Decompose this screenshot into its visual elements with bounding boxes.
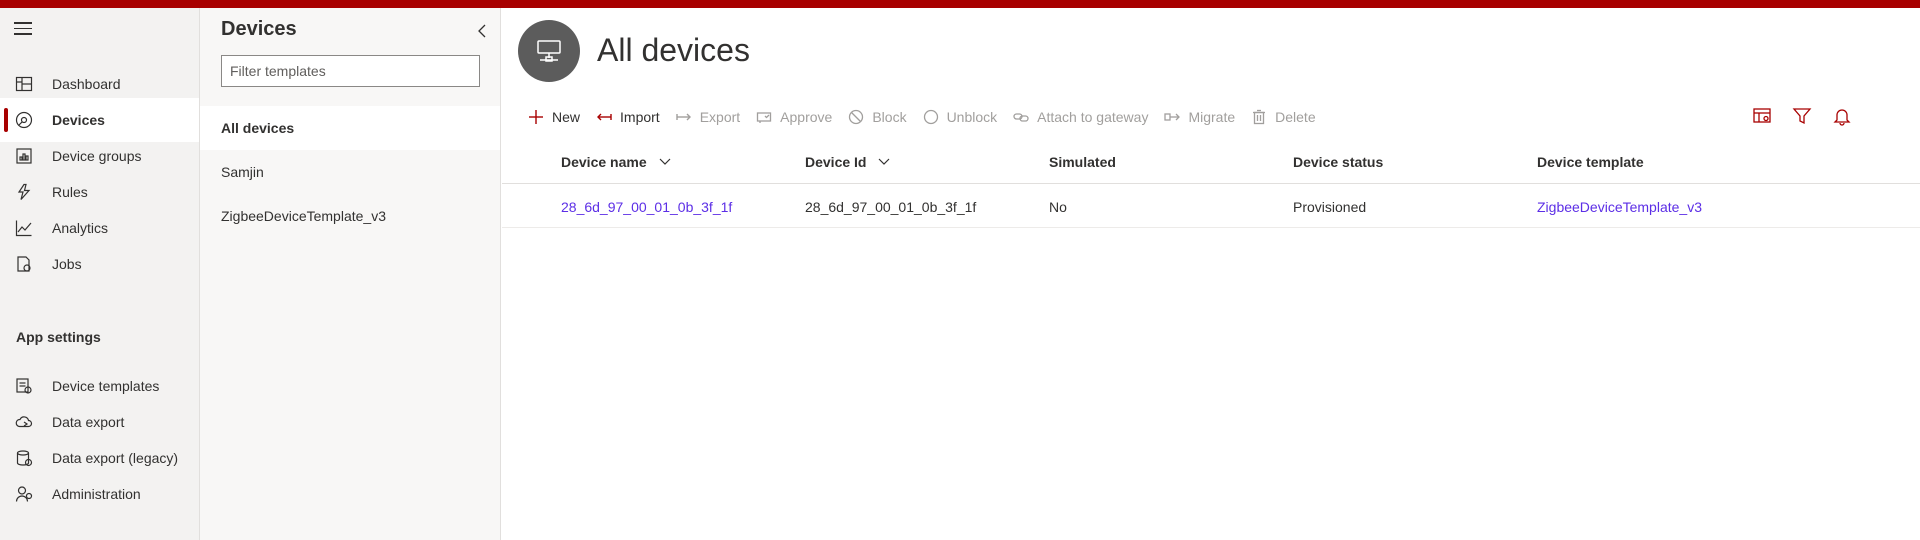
nav-item-label: Administration [52,486,141,502]
filter-templates-input[interactable] [221,55,480,87]
new-button[interactable]: New [528,109,580,125]
chevron-down-icon [659,158,671,165]
devices-avatar [518,20,580,82]
export-icon [676,113,691,121]
nav-item-label: Analytics [52,220,109,236]
device-status-cell: Provisioned [1293,198,1367,215]
template-item-zigbee[interactable]: ZigbeeDeviceTemplate_v3 [200,194,500,238]
block-icon [849,109,864,125]
nav-item-label: Device groups [52,148,142,164]
trash-icon [1253,109,1266,125]
nav-item-label: Rules [52,184,88,200]
main-content: All devices New Import Export Approve Bl… [502,8,1920,540]
left-navigation: Dashboard Devices Device groups Rules An… [0,8,200,540]
device-template-link[interactable]: ZigbeeDeviceTemplate_v3 [1537,185,1702,228]
unblock-label: Unblock [946,109,998,125]
simulated-cell: No [1049,198,1067,215]
column-header-device-name[interactable]: Device name [561,140,671,184]
command-bar: New Import Export Approve Block Unblock … [528,106,1332,128]
nav-item-label: Data export [52,414,125,430]
nav-item-administration[interactable]: Administration [0,472,199,516]
attach-label: Attach to gateway [1037,109,1149,125]
export-label: Export [699,109,741,125]
export-button[interactable]: Export [676,109,740,125]
analytics-icon [15,220,32,237]
column-header-device-status[interactable]: Device status [1293,140,1383,184]
column-header-label: Device Id [805,154,867,170]
rules-icon [17,183,31,200]
block-label: Block [872,109,907,125]
import-label: Import [620,109,660,125]
import-icon [597,113,612,121]
device-groups-icon [16,148,32,164]
hamburger-menu-icon[interactable] [14,22,32,36]
device-network-icon [537,40,561,62]
edit-columns-icon[interactable] [1752,106,1772,126]
device-templates-icon [16,378,32,394]
unblock-icon [923,109,938,125]
device-templates-pane: Devices All devices Samjin ZigbeeDeviceT… [200,8,501,540]
attach-to-gateway-button[interactable]: Attach to gateway [1013,109,1148,125]
delete-button[interactable]: Delete [1251,109,1316,125]
nav-item-label: Jobs [52,256,82,272]
table-header-row: Device name Device Id Simulated Device s… [502,140,1920,184]
data-export-legacy-icon [16,450,33,467]
plus-icon [529,110,543,124]
nav-item-label: Devices [52,112,105,128]
data-export-icon [15,416,33,428]
app-settings-heading: App settings [16,329,101,345]
link-icon [1013,113,1029,122]
brand-top-bar [0,0,1920,8]
column-header-label: Device name [561,154,647,170]
device-name-link[interactable]: 28_6d_97_00_01_0b_3f_1f [561,185,732,228]
collapse-chevron-icon[interactable] [475,22,489,40]
approve-label: Approve [780,109,833,125]
migrate-button[interactable]: Migrate [1164,109,1235,125]
approve-button[interactable]: Approve [756,109,832,125]
jobs-icon [17,256,31,272]
approve-icon [757,112,772,123]
new-label: New [552,109,581,125]
device-id-cell: 28_6d_97_00_01_0b_3f_1f [805,198,977,215]
nav-item-label: Device templates [52,378,160,394]
column-header-device-id[interactable]: Device Id [805,140,890,184]
pane-title: Devices [221,18,297,40]
unblock-button[interactable]: Unblock [923,109,998,125]
template-item-all-devices[interactable]: All devices [200,106,500,150]
migrate-icon [1164,113,1181,121]
nav-item-label: Dashboard [52,76,121,92]
chevron-down-icon [879,158,890,165]
dashboard-icon [15,76,33,92]
import-button[interactable]: Import [596,109,660,125]
nav-item-label: Data export (legacy) [52,450,179,466]
filter-icon[interactable] [1792,106,1812,126]
column-header-device-template[interactable]: Device template [1537,140,1644,184]
block-button[interactable]: Block [848,109,907,125]
column-header-simulated[interactable]: Simulated [1049,140,1116,184]
administration-icon [15,486,33,502]
notification-bell-icon[interactable] [1832,106,1852,126]
nav-item-jobs[interactable]: Jobs [0,242,199,286]
table-row[interactable]: 28_6d_97_00_01_0b_3f_1f 28_6d_97_00_01_0… [502,185,1920,228]
page-title: All devices [597,32,750,68]
delete-label: Delete [1275,109,1316,125]
migrate-label: Migrate [1188,109,1236,125]
devices-icon [15,111,33,129]
template-item-samjin[interactable]: Samjin [200,150,500,194]
